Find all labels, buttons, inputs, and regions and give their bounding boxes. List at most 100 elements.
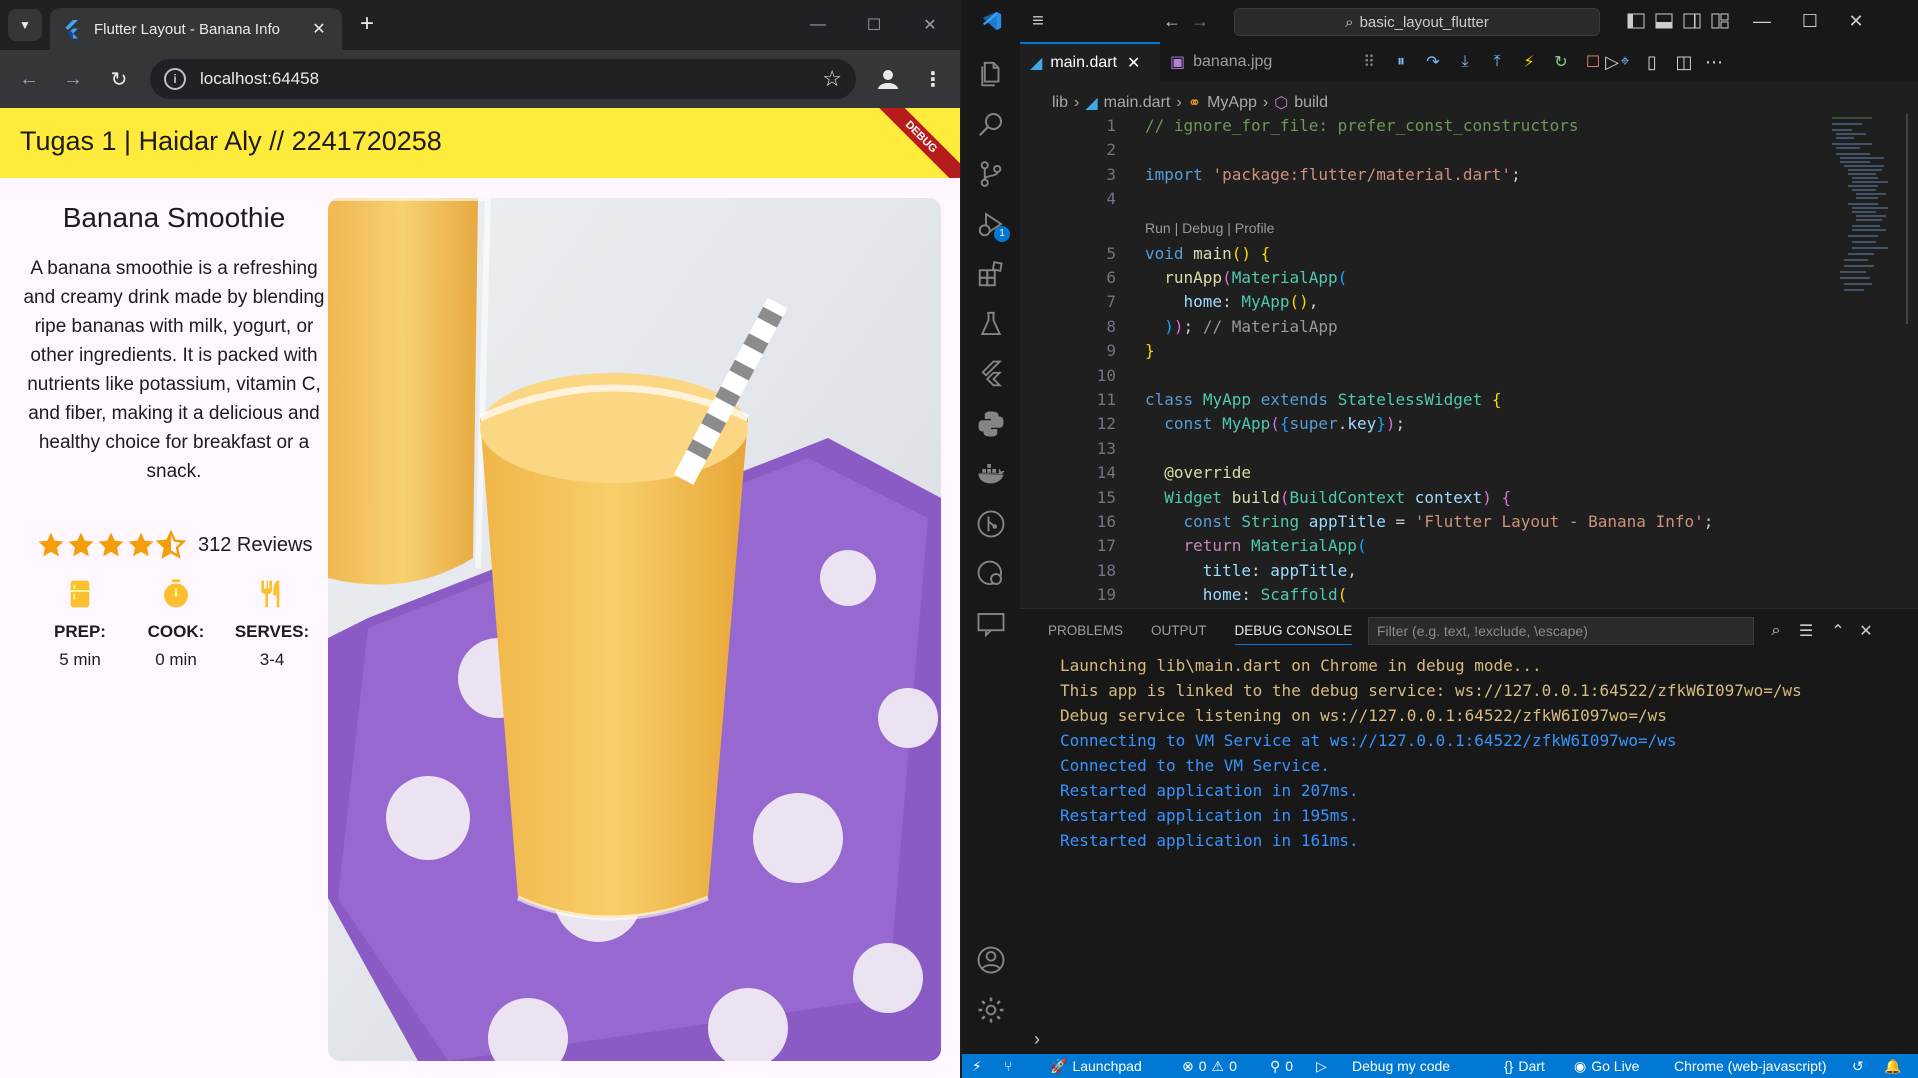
browser-tab[interactable]: Flutter Layout - Banana Info ✕ — [50, 8, 342, 50]
tab-search-button[interactable]: ▼ — [8, 9, 42, 41]
maximize-icon[interactable]: ☐ — [1798, 9, 1822, 33]
search-icon[interactable] — [975, 108, 1007, 140]
tab-main-dart[interactable]: ◢ main.dart ✕ — [1020, 42, 1160, 82]
serves-value: 3-4 — [259, 650, 285, 669]
hot-reload-icon[interactable]: ⚡ — [1518, 51, 1540, 73]
tab-problems[interactable]: PROBLEMS — [1048, 623, 1123, 645]
breadcrumb-item[interactable]: main.dart — [1104, 94, 1171, 112]
chat-icon[interactable] — [975, 608, 1007, 640]
close-panel-icon[interactable]: ✕ — [1854, 619, 1878, 643]
back-icon[interactable]: ← — [14, 64, 44, 94]
toggle-secondary-sidebar-icon[interactable] — [1680, 9, 1704, 33]
clear-console-icon[interactable]: ☰ — [1794, 619, 1818, 643]
notifications-bell-icon[interactable]: 🔔 — [1884, 1054, 1901, 1078]
new-tab-button[interactable]: + — [352, 10, 382, 40]
bookmark-star-icon[interactable]: ☆ — [822, 66, 842, 92]
site-info-icon[interactable]: i — [164, 68, 186, 90]
step-into-icon[interactable]: ⤓ — [1454, 51, 1476, 73]
status-bar: ⚡ ⑂ 🚀 Launchpad ⊗ 0 ⚠ 0 ⚲ 0 ▷ Debug my code {… — [962, 1054, 1918, 1078]
run-menu-icon[interactable]: ▷ — [1600, 50, 1624, 74]
docker-icon[interactable] — [975, 458, 1007, 490]
command-center[interactable]: ⌕ basic_layout_flutter — [1234, 8, 1600, 36]
address-bar[interactable]: i localhost:64458 ☆ — [150, 59, 856, 99]
close-window-icon[interactable]: ✕ — [1844, 9, 1868, 33]
minimap[interactable] — [1822, 114, 1908, 608]
line-text: const String appTitle = 'Flutter Layout … — [1183, 512, 1714, 531]
prep-value: 5 min — [59, 650, 101, 669]
git-branch-icon[interactable]: ⑂ — [1004, 1054, 1012, 1078]
more-actions-icon[interactable]: ⋯ — [1702, 50, 1726, 74]
breadcrumb-item[interactable]: MyApp — [1207, 94, 1257, 112]
explorer-icon[interactable] — [975, 58, 1007, 90]
breadcrumb-item[interactable]: build — [1294, 94, 1328, 112]
line-number: 2 — [1106, 140, 1116, 160]
window-controls: — ☐ ✕ — [790, 0, 958, 50]
toggle-panel-icon[interactable] — [1652, 9, 1676, 33]
source-control-icon[interactable] — [975, 158, 1007, 190]
breadcrumb-item[interactable]: lib — [1052, 94, 1068, 112]
kebab-menu-icon[interactable]: ⋮ — [918, 64, 948, 94]
codelens[interactable]: Run | Debug | Profile — [1020, 216, 1780, 240]
testing-icon[interactable] — [975, 308, 1007, 340]
minimize-icon[interactable]: — — [790, 0, 846, 50]
tab-output[interactable]: OUTPUT — [1151, 623, 1207, 645]
accounts-icon[interactable] — [975, 944, 1007, 976]
debug-mode-item[interactable]: ▷ — [1316, 1054, 1327, 1078]
tab-debug-console[interactable]: DEBUG CONSOLE — [1234, 623, 1353, 645]
pause-icon[interactable]: ⏸ — [1390, 51, 1412, 73]
remote-explorer-icon[interactable] — [975, 558, 1007, 590]
reload-icon[interactable]: ↻ — [104, 64, 134, 94]
code-line: 2 — [1020, 138, 1780, 162]
extensions-icon[interactable] — [975, 258, 1007, 290]
profile-icon[interactable] — [873, 64, 903, 94]
activity-bar: 1 — [962, 42, 1020, 1054]
settings-gear-icon[interactable] — [975, 994, 1007, 1026]
customize-layout-icon[interactable] — [1708, 9, 1732, 33]
console-filter-input[interactable]: Filter (e.g. text, !exclude, \escape) — [1368, 617, 1754, 645]
panel-tabs: PROBLEMS OUTPUT DEBUG CONSOLE ⋯ — [1048, 623, 1394, 645]
debug-toolbar: ⠿ ⏸ ↷ ⤓ ⤒ ⚡ ↻ ☐ ⌖ — [1358, 48, 1636, 76]
drag-handle-icon[interactable]: ⠿ — [1358, 51, 1380, 73]
line-text: return MaterialApp( — [1183, 536, 1367, 556]
tab-banana-jpg[interactable]: ▣ banana.jpg — [1160, 42, 1280, 82]
rating-row: 312 Reviews — [36, 530, 313, 560]
python-icon[interactable] — [975, 408, 1007, 440]
step-over-icon[interactable]: ↷ — [1422, 51, 1444, 73]
tab-close-icon[interactable]: ✕ — [1127, 53, 1140, 73]
close-window-icon[interactable]: ✕ — [902, 0, 958, 50]
language-mode-item[interactable]: {} Dart — [1504, 1054, 1545, 1078]
debug-my-code-item[interactable]: Debug my code — [1352, 1054, 1450, 1078]
toggle-primary-sidebar-icon[interactable] — [1624, 9, 1648, 33]
device-item[interactable]: Chrome (web-javascript) — [1674, 1054, 1826, 1078]
maximize-icon[interactable]: ☐ — [846, 0, 902, 50]
code-editor[interactable]: 1 // ignore_for_file: prefer_const_constr… — [1020, 114, 1780, 608]
forward-icon[interactable]: → — [58, 64, 88, 94]
error-icon: ⊗ — [1182, 1058, 1194, 1074]
codelens-label[interactable]: Run | Debug | Profile — [1145, 216, 1274, 240]
console-prompt-icon[interactable]: › — [1034, 1029, 1040, 1050]
launchpad-item[interactable]: 🚀 Launchpad — [1050, 1054, 1142, 1078]
recipe-title: Banana Smoothie — [62, 202, 286, 233]
problems-item[interactable]: ⊗ 0 ⚠ 0 — [1182, 1054, 1237, 1078]
go-live-item[interactable]: ◉ Go Live — [1574, 1054, 1639, 1078]
restart-icon[interactable]: ↻ — [1550, 51, 1572, 73]
sync-icon[interactable]: ↺ — [1852, 1054, 1864, 1078]
device-icon[interactable]: ▯ — [1640, 50, 1664, 74]
step-out-icon[interactable]: ⤒ — [1486, 51, 1508, 73]
nav-forward-icon[interactable]: → — [1188, 9, 1212, 33]
ports-item[interactable]: ⚲ 0 — [1270, 1054, 1293, 1078]
code-line: 4 — [1020, 187, 1780, 211]
remote-indicator-icon[interactable]: ⚡ — [972, 1054, 982, 1078]
nav-back-icon[interactable]: ← — [1160, 9, 1184, 33]
tab-close-icon[interactable]: ✕ — [308, 19, 330, 39]
debug-badge: 1 — [994, 226, 1010, 242]
hamburger-menu-icon[interactable]: ≡ — [1026, 9, 1050, 33]
filter-search-icon[interactable]: ⌕ — [1764, 619, 1788, 643]
run-debug-icon[interactable]: 1 — [975, 208, 1010, 242]
git-graph-icon[interactable] — [975, 508, 1007, 540]
flutter-icon[interactable] — [975, 358, 1007, 390]
maximize-panel-icon[interactable]: ⌃ — [1826, 619, 1850, 643]
split-editor-icon[interactable]: ◫ — [1672, 50, 1696, 74]
minimize-icon[interactable]: — — [1750, 9, 1774, 33]
line-number: 10 — [1096, 365, 1116, 385]
